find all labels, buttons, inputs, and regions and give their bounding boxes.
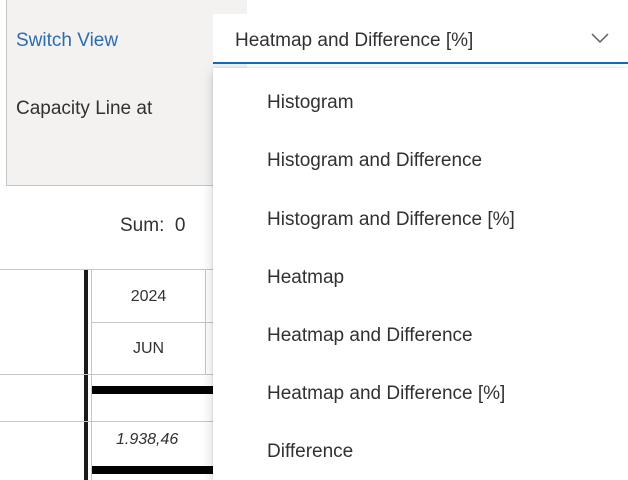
menu-item-histogram-and-difference[interactable]: Histogram and Difference [213, 126, 628, 184]
grid-top-border [0, 269, 216, 270]
sum-display: Sum: 0 [120, 215, 186, 237]
grid-month-cell: JUN [132, 340, 165, 357]
grid-year-cell: 2024 [130, 288, 167, 305]
menu-item-heatmap[interactable]: Heatmap [213, 243, 628, 301]
menu-item-heatmap-and-difference[interactable]: Heatmap and Difference [213, 301, 628, 359]
switch-view-dropdown[interactable]: Heatmap and Difference [%] [213, 14, 628, 64]
grid-value-cell: 1.938,46 [116, 431, 179, 448]
dropdown-selected-value: Heatmap and Difference [%] [235, 30, 474, 51]
switch-view-label: Switch View [16, 30, 119, 51]
view-options-menu: Histogram Histogram and Difference Histo… [213, 68, 628, 480]
grid-row-divider [0, 421, 216, 422]
grid-divider-thick [84, 270, 88, 480]
capacity-bar [92, 466, 216, 474]
settings-panel: Switch View Capacity Line at [6, 0, 247, 186]
sum-value: 0 [174, 215, 186, 236]
grid-row-divider [92, 322, 213, 323]
menu-item-histogram-and-difference-percent[interactable]: Histogram and Difference [%] [213, 185, 628, 243]
capacity-bar [92, 386, 216, 394]
menu-item-histogram[interactable]: Histogram [213, 68, 628, 126]
capacity-line-label: Capacity Line at [16, 98, 153, 119]
menu-item-difference[interactable]: Difference [213, 417, 628, 475]
sum-label: Sum: [120, 215, 165, 236]
grid-row-divider [0, 374, 216, 375]
menu-item-heatmap-and-difference-percent[interactable]: Heatmap and Difference [%] [213, 359, 628, 417]
chevron-down-icon [591, 33, 609, 44]
